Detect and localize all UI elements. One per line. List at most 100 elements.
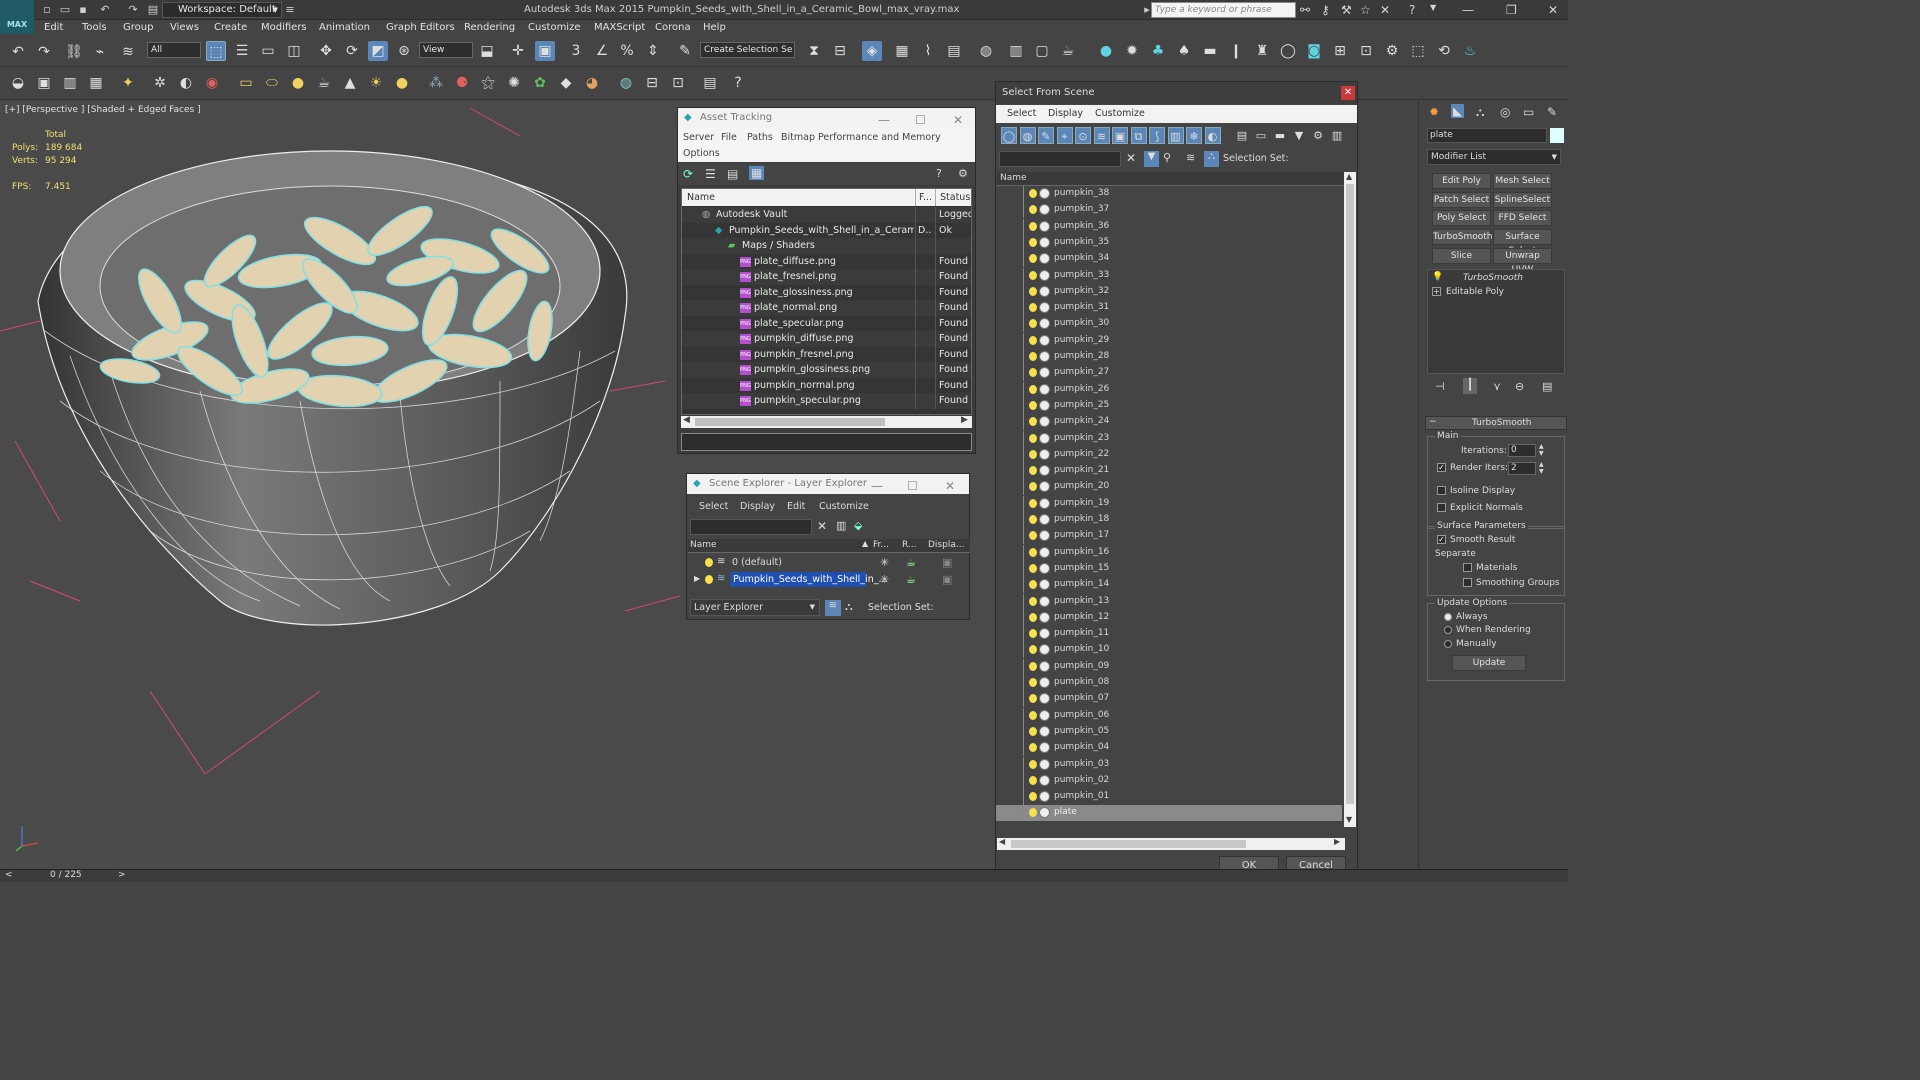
visibility-bulb-icon[interactable] bbox=[1029, 384, 1037, 394]
converter-icon[interactable]: ⊟ bbox=[642, 73, 662, 93]
motion-tab-icon[interactable]: ◎ bbox=[1500, 105, 1510, 119]
visibility-bulb-icon[interactable] bbox=[1029, 645, 1037, 655]
update-manually-radio[interactable] bbox=[1444, 640, 1452, 648]
corona-light-icon[interactable]: ✦ bbox=[118, 73, 138, 93]
corona-frame-buffer-icon[interactable]: ▣ bbox=[34, 73, 54, 93]
geosphere-primitive-icon[interactable]: ● bbox=[288, 73, 308, 93]
clear-search-icon[interactable]: ✕ bbox=[817, 519, 827, 533]
update-always-radio[interactable] bbox=[1444, 613, 1452, 621]
sfs-search-input[interactable] bbox=[999, 151, 1121, 167]
settings-icon[interactable]: ⚙ bbox=[958, 167, 968, 180]
scene-object-row[interactable]: pumpkin_18 bbox=[996, 512, 1342, 528]
layers-toggle-icon[interactable]: ≋ bbox=[825, 600, 841, 616]
close-icon[interactable]: ✕ bbox=[953, 110, 963, 130]
hf-icon[interactable]: ◆ bbox=[556, 73, 576, 93]
visibility-bulb-icon[interactable] bbox=[1029, 563, 1037, 573]
filter-bones-icon[interactable]: ⟆ bbox=[1149, 127, 1165, 144]
select-object-icon[interactable]: ⬚ bbox=[206, 41, 226, 61]
menu-select[interactable]: Select bbox=[1007, 108, 1036, 119]
help-icon[interactable]: ? bbox=[1409, 3, 1415, 17]
menu-tools[interactable]: Tools bbox=[82, 22, 107, 33]
slice-button[interactable]: Slice bbox=[1432, 248, 1491, 264]
named-selection-dropdown[interactable]: Create Selection Se bbox=[700, 42, 795, 58]
scene-object-row[interactable]: pumpkin_25 bbox=[996, 397, 1342, 414]
asset-tracking-titlebar[interactable]: ◆ Asset Tracking — ☐ ✕ bbox=[678, 108, 975, 128]
menu-customize[interactable]: Customize bbox=[528, 22, 581, 33]
visibility-bulb-icon[interactable] bbox=[1029, 205, 1037, 215]
make-unique-icon[interactable]: ⋎ bbox=[1493, 380, 1501, 393]
scene-object-row[interactable]: pumpkin_30 bbox=[996, 316, 1342, 333]
lightbulb-icon[interactable]: 💡 bbox=[1432, 272, 1443, 282]
update-button[interactable]: Update bbox=[1452, 655, 1526, 671]
corona-sun-icon[interactable]: ✲ bbox=[150, 73, 170, 93]
render-iters-checkbox[interactable]: ✓ bbox=[1437, 463, 1446, 472]
foliage-icon[interactable]: ✿ bbox=[530, 73, 550, 93]
freeze-snowflake-icon[interactable]: ✳ bbox=[880, 573, 889, 586]
help-icon[interactable]: ? bbox=[936, 167, 942, 180]
corona-grid-icon[interactable]: ▦ bbox=[86, 73, 106, 93]
visibility-bulb-icon[interactable] bbox=[1029, 743, 1037, 753]
asset-row[interactable]: PNG pumpkin_fresnel.png Found bbox=[682, 346, 971, 363]
menu-bitmap-performance[interactable]: Bitmap Performance and Memory bbox=[781, 132, 941, 143]
corona-render-icon[interactable]: ◒ bbox=[8, 73, 28, 93]
menu-modifiers[interactable]: Modifiers bbox=[261, 22, 307, 33]
layer-row-pumpkin[interactable]: ▶ ≋ Pumpkin_Seeds_with_Shell_in_... ✳ ☕ … bbox=[688, 572, 970, 588]
redo-icon[interactable]: ↷ bbox=[34, 42, 54, 62]
visibility-bulb-icon[interactable] bbox=[1029, 580, 1037, 590]
scene-object-row[interactable]: pumpkin_05 bbox=[996, 723, 1342, 740]
window-crossing-icon[interactable]: ◫ bbox=[284, 41, 304, 61]
show-end-result-icon[interactable]: ┃ bbox=[1463, 378, 1477, 394]
vray-toolbar-icon-6[interactable]: ♨ bbox=[1460, 41, 1480, 61]
vray-sun-icon[interactable]: ✹ bbox=[1122, 41, 1142, 61]
spinner-arrows-icon[interactable]: ▲ ▼ bbox=[1539, 461, 1544, 475]
maximize-icon[interactable]: ☐ bbox=[915, 110, 926, 130]
visibility-bulb-icon[interactable] bbox=[1029, 449, 1037, 459]
scene-object-row[interactable]: pumpkin_21 bbox=[996, 463, 1342, 480]
scene-object-row[interactable]: pumpkin_24 bbox=[996, 414, 1342, 431]
asset-row[interactable]: PNG pumpkin_specular.png Found bbox=[682, 393, 971, 409]
scroll-up-icon[interactable]: ▲ bbox=[1346, 172, 1352, 181]
scroll-left-icon[interactable]: ◀ bbox=[683, 415, 690, 425]
configure-sets-icon[interactable]: ▤ bbox=[1542, 380, 1552, 393]
help-circle-icon[interactable]: ? bbox=[728, 73, 748, 93]
mesh-select-button[interactable]: Mesh Select bbox=[1493, 173, 1552, 189]
find-case-icon[interactable]: ⚲ bbox=[1163, 151, 1171, 164]
poly-select-button[interactable]: Poly Select bbox=[1432, 210, 1491, 226]
menu-paths[interactable]: Paths bbox=[747, 132, 773, 143]
menu-group[interactable]: Group bbox=[123, 22, 153, 33]
expand-plus-icon[interactable]: + bbox=[1432, 287, 1441, 296]
open-file-icon[interactable]: ▭ bbox=[58, 3, 72, 17]
filter-groups-icon[interactable]: ▣ bbox=[1112, 127, 1128, 144]
scene-object-row[interactable]: plate bbox=[996, 805, 1342, 822]
mirror-icon[interactable]: ⧗ bbox=[804, 41, 824, 61]
teapot-primitive-icon[interactable]: ☕ bbox=[314, 73, 334, 93]
reference-coord-dropdown[interactable]: View bbox=[419, 42, 473, 58]
scene-object-row[interactable]: pumpkin_33 bbox=[996, 267, 1342, 284]
filter-hidden-icon[interactable]: ◐ bbox=[1204, 127, 1221, 144]
vray-plane-icon[interactable]: ▬ bbox=[1200, 41, 1220, 61]
create-tab-icon[interactable]: ✹ bbox=[1429, 105, 1439, 119]
spinner-snap-icon[interactable]: ⇕ bbox=[643, 41, 663, 61]
edit-named-sets-icon[interactable]: ✎ bbox=[675, 41, 695, 61]
visibility-bulb-icon[interactable] bbox=[1029, 286, 1037, 296]
scene-object-row[interactable]: pumpkin_09 bbox=[996, 658, 1342, 675]
pivot-center-icon[interactable]: ⬓ bbox=[477, 41, 497, 61]
minimize-icon[interactable]: — bbox=[871, 476, 883, 496]
select-by-name-icon[interactable]: ☰ bbox=[232, 41, 252, 61]
keyboard-shortcut-override-icon[interactable]: ▣ bbox=[535, 41, 555, 61]
scene-object-row[interactable]: pumpkin_36 bbox=[996, 218, 1342, 235]
save-file-icon[interactable]: ▪ bbox=[76, 3, 90, 17]
visibility-bulb-icon[interactable] bbox=[1029, 515, 1037, 524]
object-name-field[interactable]: plate bbox=[1427, 128, 1547, 143]
visibility-bulb-icon[interactable] bbox=[1029, 498, 1037, 508]
scene-object-row[interactable]: pumpkin_12 bbox=[996, 609, 1342, 626]
asset-hscrollbar[interactable]: ◀ ▶ bbox=[681, 415, 972, 428]
vray-light-icon[interactable]: ● bbox=[1096, 41, 1116, 61]
filter-cameras-icon[interactable]: ⌖ bbox=[1056, 127, 1073, 144]
scale-icon[interactable]: ◩ bbox=[368, 41, 388, 61]
vray-toolbar-icon-5[interactable]: ⟲ bbox=[1434, 41, 1454, 61]
corona-proxy-icon[interactable]: ◉ bbox=[202, 73, 222, 93]
scene-object-row[interactable]: pumpkin_23 bbox=[996, 430, 1342, 447]
menu-create[interactable]: Create bbox=[214, 22, 247, 33]
scroll-thumb[interactable] bbox=[1011, 840, 1246, 848]
